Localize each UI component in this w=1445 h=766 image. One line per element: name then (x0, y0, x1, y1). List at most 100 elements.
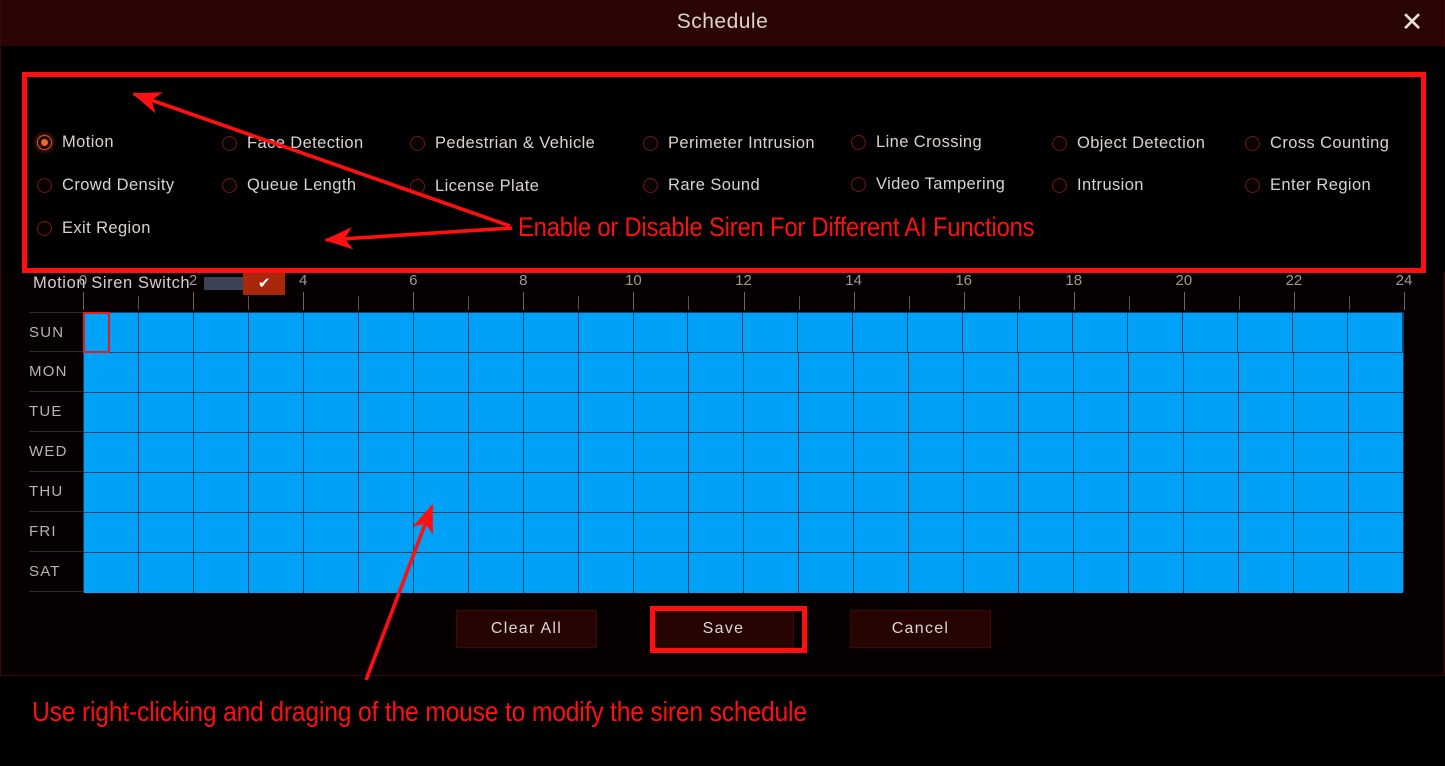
schedule-cell[interactable] (908, 313, 964, 352)
schedule-cell[interactable] (634, 473, 689, 512)
schedule-cell[interactable] (1019, 393, 1074, 432)
schedule-cell[interactable] (1184, 433, 1239, 472)
schedule-cell[interactable] (634, 513, 689, 552)
schedule-cell[interactable] (138, 313, 194, 352)
schedule-cell[interactable] (964, 553, 1019, 593)
schedule-cell[interactable] (1294, 553, 1349, 593)
schedule-cell[interactable] (854, 353, 909, 392)
schedule-cell[interactable] (1074, 513, 1129, 552)
schedule-cell[interactable] (964, 353, 1019, 392)
radio-rare-sound[interactable]: Rare Sound (643, 176, 760, 195)
schedule-cell[interactable] (249, 473, 304, 512)
schedule-cell[interactable] (249, 553, 304, 593)
schedule-cell[interactable] (1349, 353, 1403, 392)
schedule-cell[interactable] (799, 513, 854, 552)
schedule-cell[interactable] (744, 353, 799, 392)
schedule-cell[interactable] (523, 313, 579, 352)
radio-line-crossing[interactable]: Line Crossing (851, 133, 982, 152)
schedule-cell[interactable] (909, 473, 964, 512)
schedule-cell[interactable] (358, 313, 414, 352)
schedule-cell[interactable] (304, 473, 359, 512)
schedule-cell[interactable] (689, 393, 744, 432)
schedule-cell[interactable] (468, 313, 524, 352)
schedule-cell[interactable] (633, 313, 689, 352)
schedule-cell[interactable] (359, 553, 414, 593)
schedule-cell[interactable] (1018, 313, 1074, 352)
schedule-cell[interactable] (469, 513, 524, 552)
schedule-cell[interactable] (964, 393, 1019, 432)
schedule-cell[interactable] (634, 353, 689, 392)
schedule-cell[interactable] (909, 393, 964, 432)
schedule-cell[interactable] (304, 353, 359, 392)
radio-crowd-density[interactable]: Crowd Density (37, 176, 174, 195)
schedule-cell[interactable] (194, 353, 249, 392)
schedule-cell[interactable] (413, 313, 469, 352)
radio-face-detection[interactable]: Face Detection (222, 134, 364, 153)
schedule-cell[interactable] (1184, 353, 1239, 392)
schedule-cell[interactable] (689, 513, 744, 552)
schedule-cell[interactable] (524, 473, 579, 512)
schedule-cell[interactable] (1239, 393, 1294, 432)
schedule-cell[interactable] (1349, 473, 1403, 512)
radio-exit-region[interactable]: Exit Region (37, 219, 151, 238)
schedule-cell[interactable] (359, 513, 414, 552)
schedule-cell[interactable] (84, 433, 139, 472)
schedule-cell[interactable] (1294, 473, 1349, 512)
schedule-cell[interactable] (744, 513, 799, 552)
schedule-cell[interactable] (1184, 513, 1239, 552)
schedule-cell[interactable] (1183, 313, 1239, 352)
schedule-cell[interactable] (579, 353, 634, 392)
schedule-cell[interactable] (744, 393, 799, 432)
schedule-cell[interactable] (359, 433, 414, 472)
schedule-cell[interactable] (139, 433, 194, 472)
schedule-cell[interactable] (853, 313, 909, 352)
schedule-cell[interactable] (304, 513, 359, 552)
schedule-cell[interactable] (84, 313, 139, 352)
schedule-cell[interactable] (469, 393, 524, 432)
schedule-cell[interactable] (799, 393, 854, 432)
schedule-cell[interactable] (1074, 353, 1129, 392)
schedule-cell[interactable] (1074, 433, 1129, 472)
schedule-cell[interactable] (799, 473, 854, 512)
schedule-cell[interactable] (469, 473, 524, 512)
schedule-cell[interactable] (1239, 553, 1294, 593)
schedule-cell[interactable] (799, 433, 854, 472)
schedule-cell[interactable] (579, 473, 634, 512)
schedule-cell[interactable] (84, 513, 139, 552)
schedule-cell[interactable] (1073, 313, 1129, 352)
schedule-cell[interactable] (688, 313, 744, 352)
schedule-cell[interactable] (578, 313, 634, 352)
schedule-cell[interactable] (1294, 513, 1349, 552)
schedule-cell[interactable] (1347, 313, 1403, 352)
schedule-cell[interactable] (139, 353, 194, 392)
schedule-cell[interactable] (1184, 393, 1239, 432)
schedule-cell[interactable] (248, 313, 304, 352)
radio-perimeter-intrusion[interactable]: Perimeter Intrusion (643, 134, 815, 153)
schedule-cell[interactable] (249, 393, 304, 432)
radio-queue-length[interactable]: Queue Length (222, 176, 356, 195)
schedule-cell[interactable] (469, 353, 524, 392)
schedule-cell[interactable] (909, 513, 964, 552)
schedule-row-sat[interactable] (84, 553, 1403, 593)
schedule-cell[interactable] (909, 553, 964, 593)
schedule-row-wed[interactable] (84, 433, 1403, 473)
schedule-grid[interactable] (83, 312, 1404, 593)
radio-motion[interactable]: Motion (37, 133, 114, 152)
schedule-cell[interactable] (1019, 473, 1074, 512)
schedule-row-tue[interactable] (84, 393, 1403, 433)
radio-pedestrian-vehicle[interactable]: Pedestrian & Vehicle (410, 134, 595, 153)
schedule-cell[interactable] (1294, 353, 1349, 392)
schedule-cell[interactable] (524, 353, 579, 392)
schedule-cell[interactable] (194, 473, 249, 512)
schedule-cell[interactable] (689, 433, 744, 472)
schedule-cell[interactable] (1128, 313, 1184, 352)
schedule-cell[interactable] (194, 553, 249, 593)
schedule-cell[interactable] (249, 353, 304, 392)
schedule-cell[interactable] (634, 553, 689, 593)
schedule-cell[interactable] (1074, 553, 1129, 593)
schedule-cell[interactable] (1349, 513, 1403, 552)
schedule-cell[interactable] (854, 393, 909, 432)
schedule-cell[interactable] (963, 313, 1019, 352)
schedule-cell[interactable] (1294, 433, 1349, 472)
schedule-cell[interactable] (1129, 393, 1184, 432)
